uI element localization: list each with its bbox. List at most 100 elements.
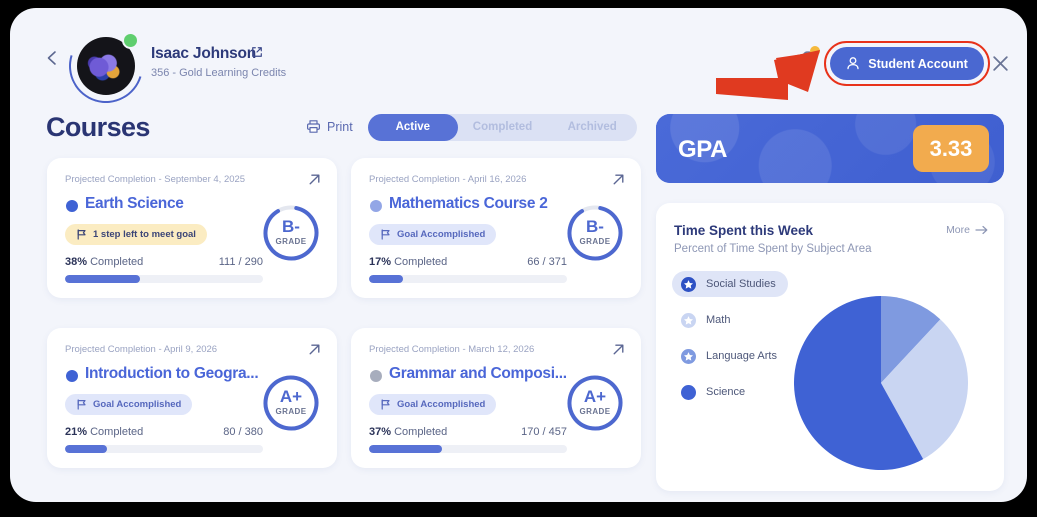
course-color-dot <box>66 370 78 382</box>
grade-letter: A+ <box>583 387 607 406</box>
arrow-up-right-icon[interactable] <box>307 342 322 357</box>
grade-sublabel: GRADE <box>275 407 307 416</box>
tab-completed[interactable]: Completed <box>458 114 548 141</box>
goal-badge: Goal Accomplished <box>65 394 193 415</box>
course-filter-tabs: Active Completed Archived <box>368 114 637 141</box>
progress-percent: 17% Completed <box>369 256 448 268</box>
flag-icon <box>381 229 390 240</box>
course-name: Mathematics Course 2 <box>389 195 548 212</box>
progress-fraction: 170 / 457 <box>521 426 567 438</box>
course-name: Grammar and Composi... <box>389 365 567 382</box>
course-color-dot <box>66 200 78 212</box>
course-card[interactable]: Projected Completion - April 16, 2026 Ma… <box>351 158 641 298</box>
user-subtitle: 356 - Gold Learning Credits <box>151 67 287 79</box>
progress-fraction: 66 / 371 <box>527 256 567 268</box>
progress-bar <box>369 275 567 283</box>
projected-completion: Projected Completion - March 12, 2026 <box>369 344 535 355</box>
arrow-right-icon <box>975 225 988 235</box>
progress-percent: 38% Completed <box>65 256 144 268</box>
gpa-label: GPA <box>678 136 728 163</box>
grade-sublabel: GRADE <box>579 407 611 416</box>
chart-legend: Social Studies Math Language Arts Scienc… <box>672 271 789 415</box>
course-color-dot <box>370 370 382 382</box>
arrow-up-right-icon[interactable] <box>307 172 322 187</box>
progress-bar <box>65 275 263 283</box>
progress-bar <box>369 445 567 453</box>
progress-fill <box>369 275 403 283</box>
grade-letter: B- <box>282 217 300 236</box>
print-button[interactable]: Print <box>306 119 353 134</box>
star-filled-icon <box>681 276 696 292</box>
course-name: Introduction to Geogra... <box>85 365 259 382</box>
progress-fill <box>65 275 141 283</box>
projected-completion: Projected Completion - April 16, 2026 <box>369 174 527 185</box>
avatar[interactable] <box>55 15 157 117</box>
course-color-dot <box>370 200 382 212</box>
legend-label: Language Arts <box>706 350 777 362</box>
more-label: More <box>946 224 970 236</box>
gpa-card: GPA 3.33 <box>656 114 1004 183</box>
grade-ring: A+ GRADE <box>262 374 320 432</box>
notification-badge <box>810 46 820 56</box>
progress-fraction: 111 / 290 <box>218 256 263 268</box>
student-account-button[interactable]: Student Account <box>830 47 984 80</box>
grade-ring: B- GRADE <box>566 204 624 262</box>
star-outline-icon <box>681 348 696 364</box>
legend-item-math[interactable]: Math <box>672 307 742 333</box>
user-icon <box>847 57 859 70</box>
course-card[interactable]: Projected Completion - September 4, 2025… <box>47 158 337 298</box>
close-icon[interactable] <box>991 54 1010 73</box>
grade-ring: A+ GRADE <box>566 374 624 432</box>
legend-item-social-studies[interactable]: Social Studies <box>672 271 788 297</box>
legend-label: Math <box>706 314 731 326</box>
goal-badge-label: Goal Accomplished <box>397 229 486 240</box>
arrow-up-right-icon[interactable] <box>611 342 626 357</box>
grade-sublabel: GRADE <box>275 237 307 246</box>
flag-icon <box>77 399 86 410</box>
notification-bell-icon[interactable] <box>797 46 820 72</box>
legend-item-language-arts[interactable]: Language Arts <box>672 343 789 369</box>
goal-badge: Goal Accomplished <box>369 394 497 415</box>
header: Isaac Johnson 356 - Gold Learning Credit… <box>10 8 1027 117</box>
printer-icon <box>307 120 321 133</box>
course-name: Earth Science <box>85 195 184 212</box>
course-card[interactable]: Projected Completion - March 12, 2026 Gr… <box>351 328 641 468</box>
star-outline-icon <box>681 312 696 328</box>
progress-percent: 37% Completed <box>369 426 448 438</box>
goal-badge: Goal Accomplished <box>369 224 497 245</box>
flag-icon <box>77 229 86 240</box>
tab-active[interactable]: Active <box>368 114 458 141</box>
external-link-icon[interactable] <box>251 46 263 58</box>
course-card[interactable]: Projected Completion - April 9, 2026 Int… <box>47 328 337 468</box>
progress-fill <box>65 445 107 453</box>
goal-badge-label: 1 step left to meet goal <box>93 229 196 240</box>
tab-archived[interactable]: Archived <box>547 114 637 141</box>
user-name: Isaac Johnson <box>151 45 257 62</box>
grade-letter: A+ <box>279 387 303 406</box>
goal-badge: 1 step left to meet goal <box>65 224 207 245</box>
chevron-left-icon[interactable] <box>44 50 60 66</box>
progress-fraction: 80 / 380 <box>223 426 263 438</box>
online-status-dot <box>122 32 139 49</box>
print-label: Print <box>327 119 353 134</box>
more-link[interactable]: More <box>946 224 988 236</box>
projected-completion: Projected Completion - April 9, 2026 <box>65 344 218 355</box>
student-account-label: Student Account <box>868 56 968 71</box>
legend-item-science[interactable]: Science <box>672 379 757 405</box>
grade-sublabel: GRADE <box>579 237 611 246</box>
projected-completion: Projected Completion - September 4, 2025 <box>65 174 246 185</box>
progress-percent: 21% Completed <box>65 426 144 438</box>
page-title: Courses <box>46 112 150 142</box>
circle-filled-icon <box>681 384 696 400</box>
time-spent-title: Time Spent this Week <box>674 223 814 238</box>
flag-icon <box>381 399 390 410</box>
arrow-up-right-icon[interactable] <box>611 172 626 187</box>
time-spent-subtitle: Percent of Time Spent by Subject Area <box>674 243 872 255</box>
time-spent-pie-chart <box>793 295 969 471</box>
app-window: Isaac Johnson 356 - Gold Learning Credit… <box>10 8 1027 502</box>
gpa-value: 3.33 <box>913 125 989 172</box>
progress-fill <box>369 445 443 453</box>
legend-label: Social Studies <box>706 278 776 290</box>
legend-label: Science <box>706 386 746 398</box>
grade-ring: B- GRADE <box>262 204 320 262</box>
